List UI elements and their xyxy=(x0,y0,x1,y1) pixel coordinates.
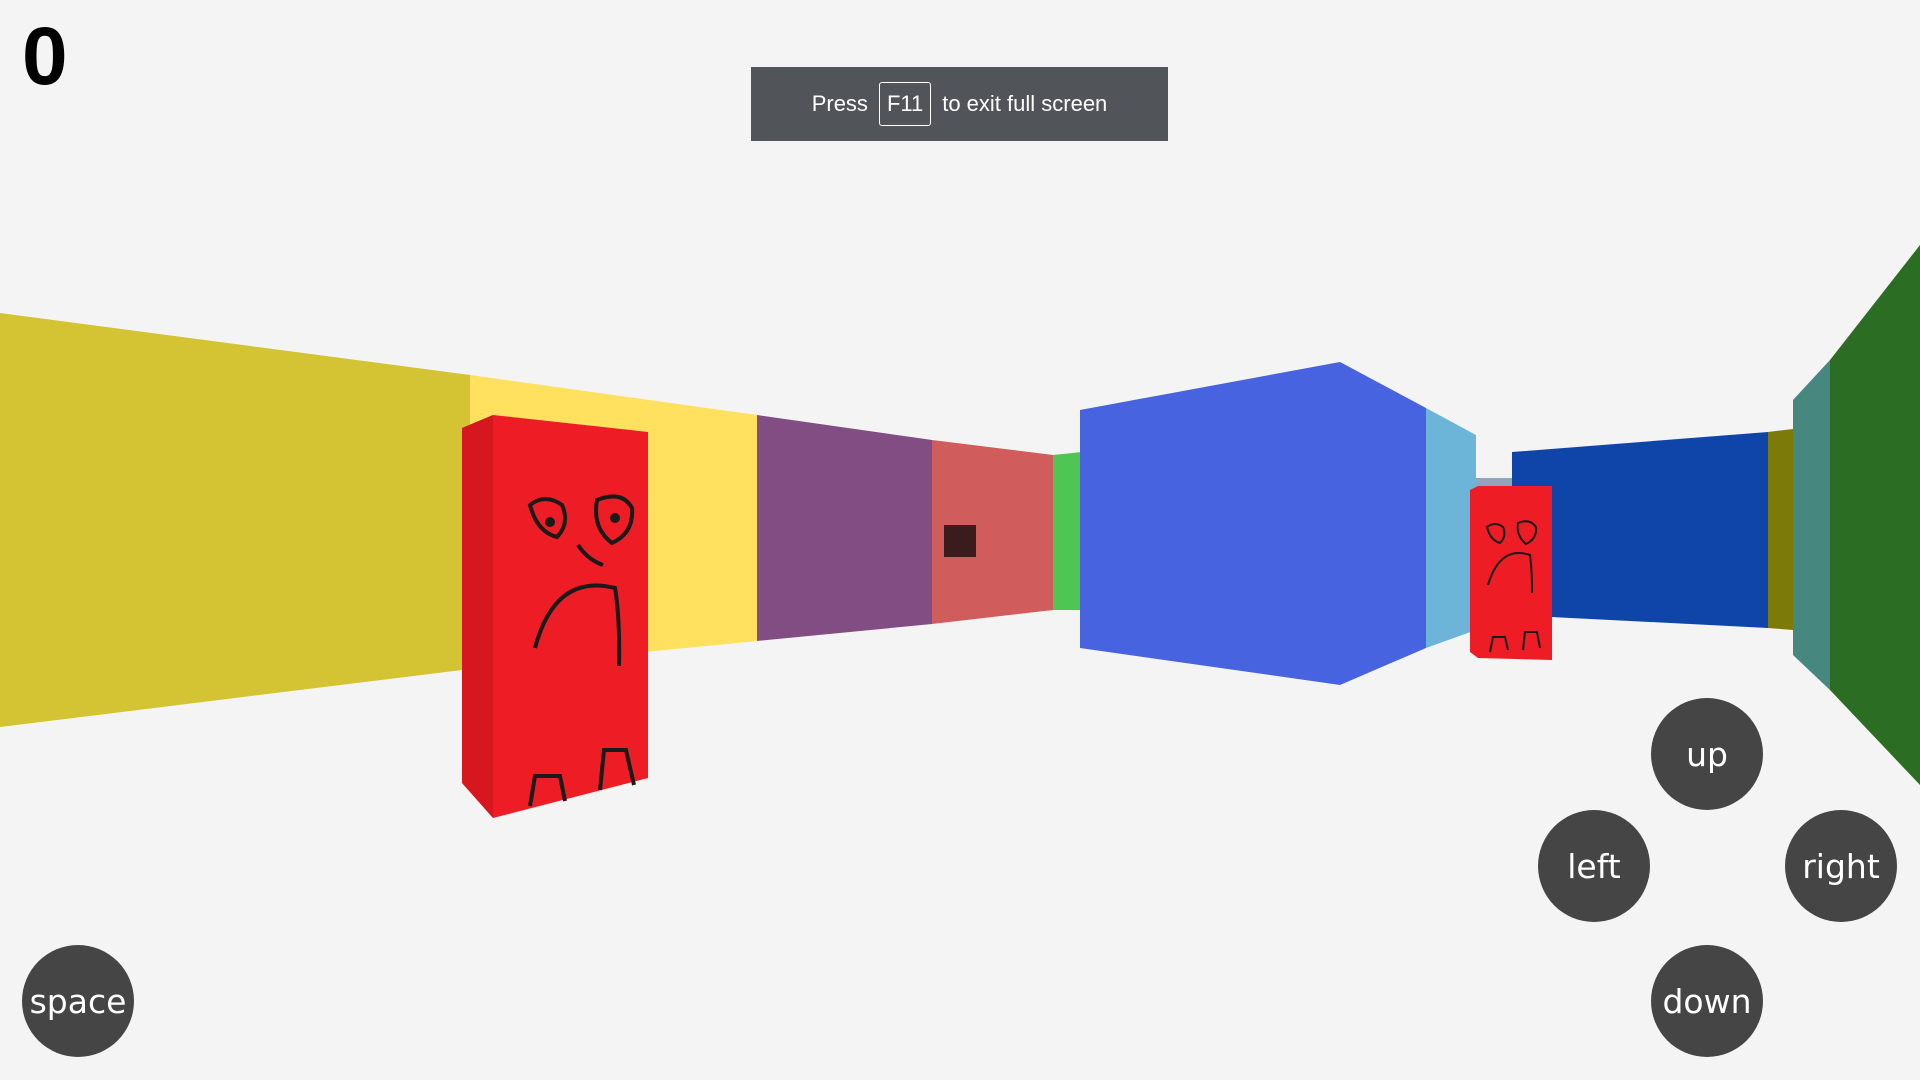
left-button[interactable]: left xyxy=(1538,810,1650,922)
fullscreen-notice-suffix: to exit full screen xyxy=(942,91,1108,116)
up-button[interactable]: up xyxy=(1651,698,1763,810)
wall-teal xyxy=(1793,360,1830,690)
score-counter: 0 xyxy=(22,11,68,102)
wall-olive-yellow xyxy=(0,313,470,727)
wall-olive xyxy=(1768,429,1793,630)
game-viewport[interactable]: 0 Press F11 to exit full screen up left … xyxy=(0,0,1920,1080)
wall-light-blue xyxy=(1426,408,1476,648)
game-scene xyxy=(0,245,1920,818)
wall-dark-green xyxy=(1830,245,1920,785)
enemy-red-block-near xyxy=(462,415,648,818)
wall-green xyxy=(1053,452,1082,610)
enemy-red-block-far xyxy=(1470,486,1552,660)
fullscreen-notice-prefix: Press xyxy=(811,91,868,116)
fullscreen-notice: Press F11 to exit full screen xyxy=(751,67,1168,141)
space-button[interactable]: space xyxy=(22,945,134,1057)
pickup-item xyxy=(944,525,976,557)
right-button[interactable]: right xyxy=(1785,810,1897,922)
wall-blue xyxy=(1080,362,1426,685)
f11-key-badge: F11 xyxy=(878,82,932,126)
down-button[interactable]: down xyxy=(1651,945,1763,1057)
wall-purple xyxy=(757,415,932,641)
